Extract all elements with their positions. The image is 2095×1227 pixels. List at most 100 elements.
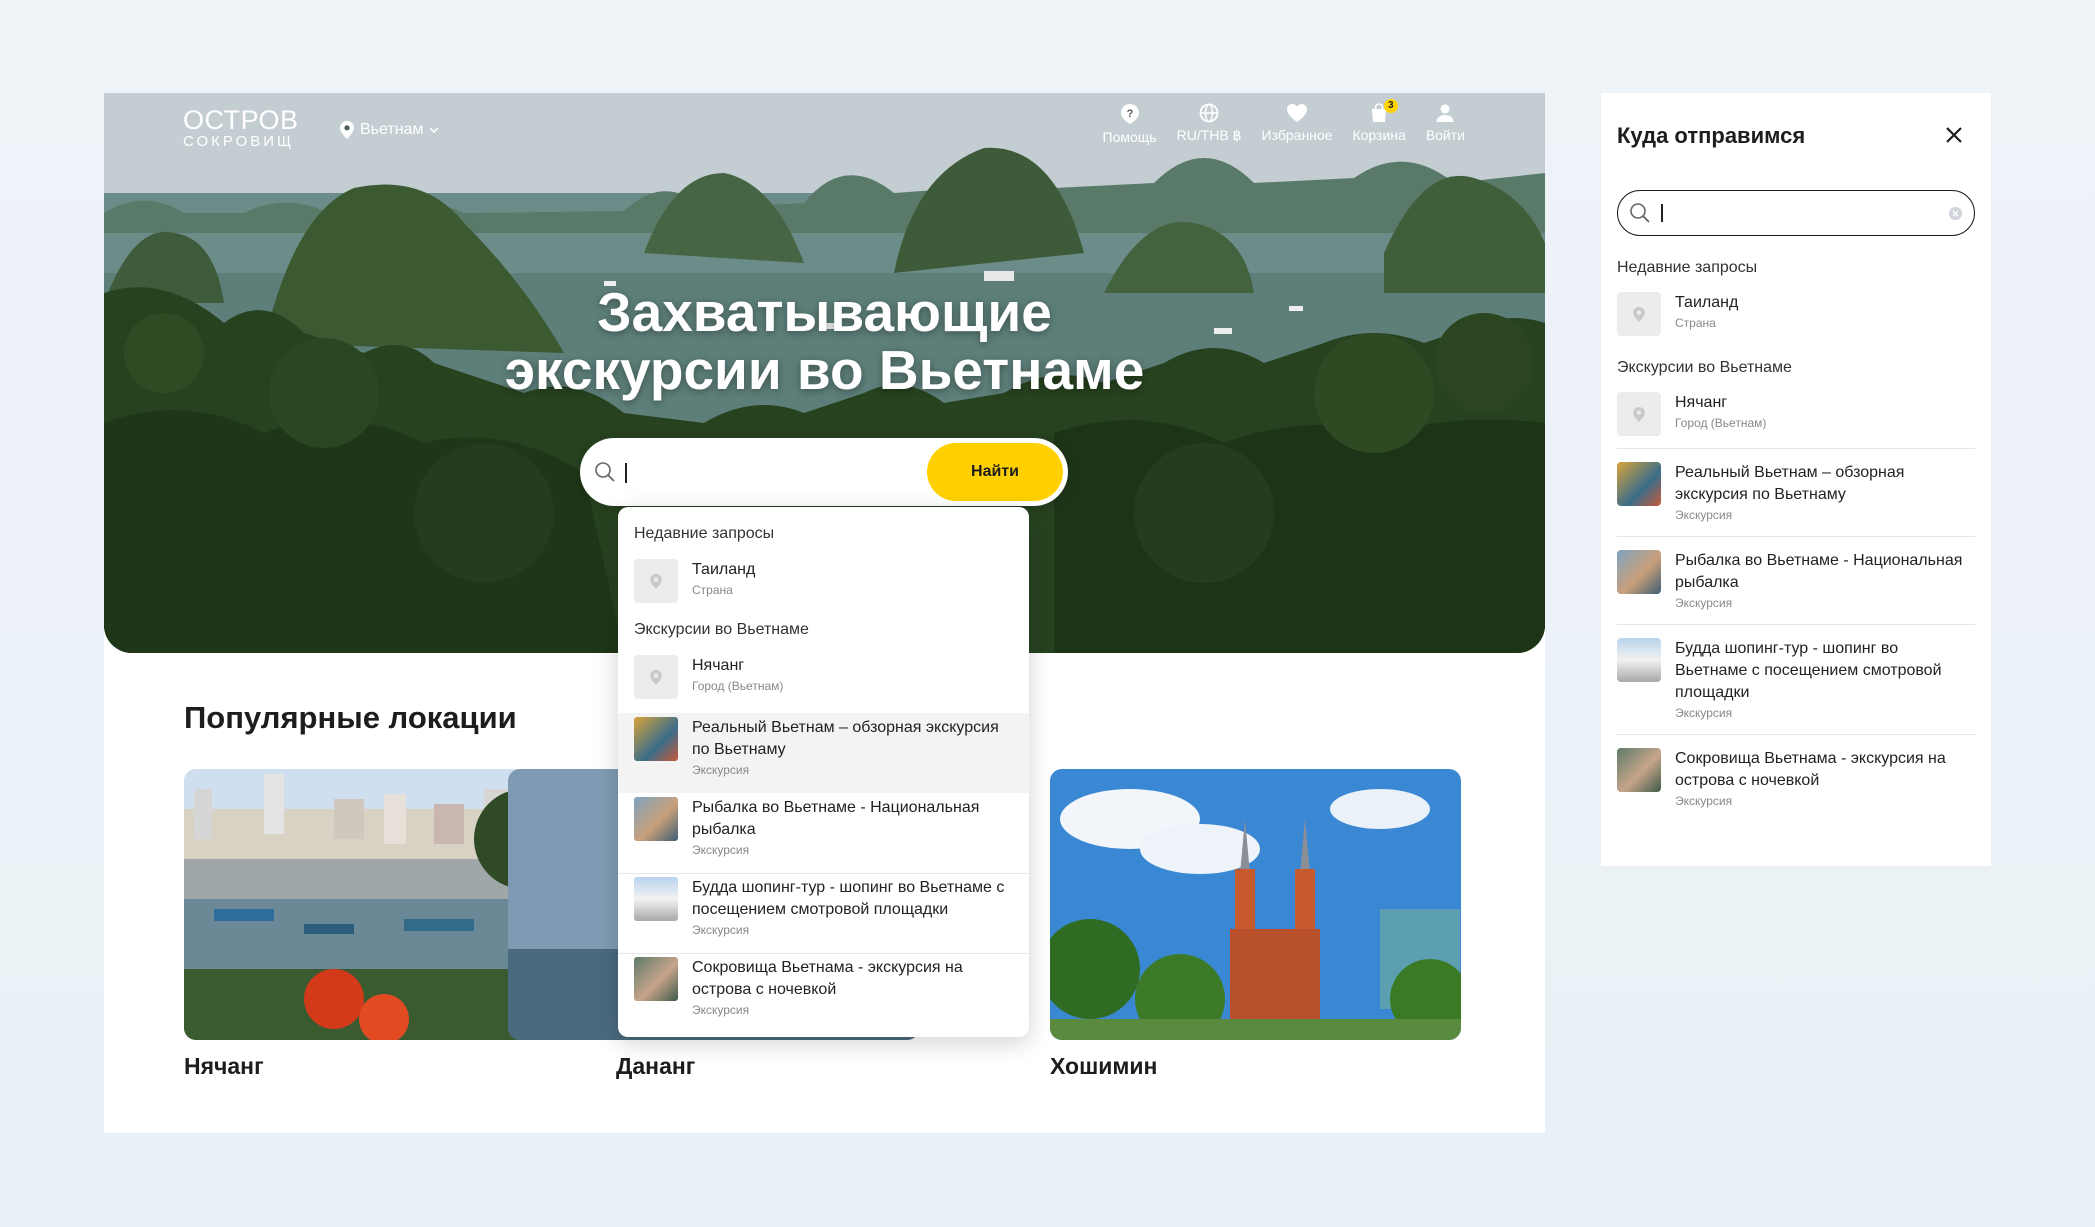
pin-icon — [340, 121, 354, 139]
city-card-hochiminh[interactable] — [1050, 769, 1461, 1040]
dropdown-tours-header: Экскурсии во Вьетнаме — [634, 621, 809, 638]
panel-divider — [1617, 734, 1975, 735]
nav-cart-label: Корзина — [1352, 127, 1406, 143]
heart-icon — [1287, 104, 1307, 122]
pin-icon — [1633, 406, 1645, 422]
dropdown-item-sub: Экскурсия — [692, 923, 750, 937]
panel-search-input[interactable] — [1661, 204, 1663, 222]
desktop-page: ОСТРОВ СОКРОВИЩ Вьетнам ? Помощь RU/THB … — [104, 93, 1545, 1133]
logo-line2: СОКРОВИЩ — [183, 133, 295, 150]
panel-item-sub: Город (Вьетнам) — [1675, 416, 1767, 430]
place-placeholder — [1617, 292, 1661, 336]
search-dropdown: Недавние запросы Таиланд Страна Экскурси… — [618, 507, 1029, 1037]
tour-thumbnail — [634, 877, 678, 921]
nav-login[interactable]: Войти — [1426, 103, 1465, 145]
globe-icon — [1199, 103, 1219, 123]
dropdown-item-tour[interactable]: Рыбалка во Вьетнаме - Национальная рыбал… — [634, 797, 1014, 857]
dropdown-recent-header: Недавние запросы — [634, 525, 775, 542]
panel-item-sub: Страна — [1675, 316, 1716, 330]
panel-item-sub: Экскурсия — [1675, 794, 1733, 808]
dropdown-divider — [618, 953, 1029, 954]
tour-thumbnail — [634, 957, 678, 1001]
panel-item-title: Сокровища Вьетнама - экскурсия на остров… — [1675, 750, 1946, 789]
search-input[interactable] — [625, 463, 627, 483]
dropdown-item-tour[interactable]: Сокровища Вьетнама - экскурсия на остров… — [634, 957, 1014, 1017]
location-selector[interactable]: Вьетнам — [340, 121, 439, 139]
dropdown-item-sub: Экскурсия — [692, 843, 750, 857]
dropdown-item-recent[interactable]: Таиланд Страна — [634, 559, 755, 603]
dropdown-item-sub: Город (Вьетнам) — [692, 679, 784, 693]
tour-thumbnail — [634, 797, 678, 841]
nav-login-label: Войти — [1425, 127, 1465, 143]
dropdown-item-title: Рыбалка во Вьетнаме - Национальная рыбал… — [692, 799, 980, 838]
tour-thumbnail — [1617, 550, 1661, 594]
popular-heading: Популярные локации — [184, 700, 517, 735]
panel-item-sub: Экскурсия — [1675, 508, 1733, 522]
search-button[interactable]: Найти — [927, 443, 1063, 501]
site-logo[interactable]: ОСТРОВ СОКРОВИЩ — [183, 106, 299, 150]
panel-item-tour[interactable]: Рыбалка во Вьетнаме - Национальная рыбал… — [1617, 550, 1975, 610]
dropdown-item-title: Будда шопинг-тур - шопинг во Вьетнаме с … — [692, 879, 1005, 918]
panel-divider — [1617, 536, 1975, 537]
location-label: Вьетнам — [360, 121, 424, 138]
nav-help[interactable]: ? Помощь — [1103, 103, 1157, 145]
hero-title-line1: Захватывающие — [597, 281, 1052, 343]
panel-item-title: Таиланд — [1675, 294, 1739, 311]
city-name-danang[interactable]: Дананг — [616, 1053, 695, 1080]
nav-cart[interactable]: 3 Корзина — [1352, 99, 1406, 145]
pin-icon — [650, 573, 662, 589]
panel-item-tour[interactable]: Сокровища Вьетнама - экскурсия на остров… — [1617, 748, 1975, 808]
nav-currency-label: RU/THB ฿ — [1176, 127, 1242, 143]
panel-item-place[interactable]: Нячанг Город (Вьетнам) — [1617, 392, 1975, 436]
place-placeholder — [634, 655, 678, 699]
cart-count-badge: 3 — [1383, 99, 1398, 113]
help-pin-icon: ? — [1120, 104, 1139, 124]
panel-item-title: Нячанг — [1675, 394, 1728, 411]
clear-icon[interactable] — [1949, 207, 1962, 220]
place-placeholder — [1617, 392, 1661, 436]
user-icon — [1436, 104, 1454, 122]
place-placeholder — [634, 559, 678, 603]
tour-thumbnail — [634, 717, 678, 761]
nav-favorites-label: Избранное — [1261, 127, 1333, 143]
dropdown-item-tour[interactable]: Будда шопинг-тур - шопинг во Вьетнаме с … — [634, 877, 1014, 937]
nav-favorites[interactable]: Избранное — [1261, 103, 1333, 145]
dropdown-item-title: Реальный Вьетнам – обзорная экскурсия по… — [692, 719, 999, 758]
panel-recent-header: Недавние запросы — [1617, 259, 1758, 276]
mobile-search-panel: Куда отправимся Недавние запросы Таиланд… — [1601, 93, 1991, 866]
close-icon[interactable] — [1945, 126, 1963, 144]
pin-icon — [650, 669, 662, 685]
dropdown-item-title: Нячанг — [692, 657, 745, 674]
hero-title: Захватывающие экскурсии во Вьетнаме — [104, 283, 1545, 399]
panel-search-field — [1617, 190, 1975, 236]
panel-item-title: Реальный Вьетнам – обзорная экскурсия по… — [1675, 464, 1905, 503]
panel-item-sub: Экскурсия — [1675, 706, 1733, 720]
hochiminh-photo — [1050, 769, 1461, 1040]
hero-title-line2: экскурсии во Вьетнаме — [504, 339, 1145, 401]
pin-icon — [1633, 306, 1645, 322]
svg-text:?: ? — [1126, 108, 1133, 120]
hero-search-bar: Найти — [580, 438, 1068, 506]
tour-thumbnail — [1617, 748, 1661, 792]
search-icon — [595, 462, 615, 482]
dropdown-item-sub: Страна — [692, 583, 733, 597]
dropdown-item-place[interactable]: Нячанг Город (Вьетнам) — [634, 655, 783, 699]
dropdown-divider — [618, 873, 1029, 874]
nav-currency[interactable]: RU/THB ฿ — [1177, 103, 1242, 145]
panel-divider — [1617, 624, 1975, 625]
chevron-down-icon — [429, 127, 439, 133]
dropdown-item-title: Сокровища Вьетнама - экскурсия на остров… — [692, 959, 963, 998]
panel-item-tour[interactable]: Будда шопинг-тур - шопинг во Вьетнаме с … — [1617, 638, 1975, 720]
city-name-nhatrang[interactable]: Нячанг — [184, 1053, 264, 1080]
tour-thumbnail — [1617, 462, 1661, 506]
panel-item-tour[interactable]: Реальный Вьетнам – обзорная экскурсия по… — [1617, 462, 1975, 522]
nav-help-label: Помощь — [1102, 129, 1157, 145]
dropdown-item-sub: Экскурсия — [692, 763, 750, 777]
header-nav: ? Помощь RU/THB ฿ Избранное 3 Корзина Во… — [1103, 99, 1465, 145]
dropdown-item-tour[interactable]: Реальный Вьетнам – обзорная экскурсия по… — [634, 717, 1014, 777]
city-name-hochiminh[interactable]: Хошимин — [1050, 1053, 1157, 1080]
panel-item-recent[interactable]: Таиланд Страна — [1617, 292, 1975, 336]
dropdown-item-sub: Экскурсия — [692, 1003, 750, 1017]
panel-item-title: Рыбалка во Вьетнаме - Национальная рыбал… — [1675, 552, 1963, 591]
dropdown-item-title: Таиланд — [692, 561, 756, 578]
